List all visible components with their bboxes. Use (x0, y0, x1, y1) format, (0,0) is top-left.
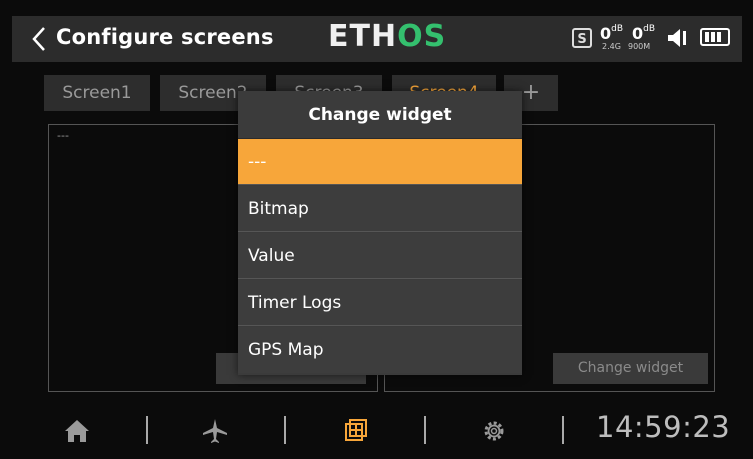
brand-logo: ETHOS (328, 19, 446, 54)
panel-placeholder: --- (57, 129, 69, 142)
airplane-icon[interactable] (200, 416, 230, 446)
rssi-900m-value: 0 (632, 24, 644, 43)
brand-logo-part1: ETH (328, 19, 398, 54)
rssi-900m-unit: dB (643, 24, 656, 34)
change-widget-button-right[interactable]: Change widget (553, 353, 708, 384)
home-icon[interactable] (62, 416, 92, 446)
speaker-icon (668, 29, 686, 47)
clock-display: 14:59:23 (596, 410, 731, 444)
status-area: S 0dB 0dB 2.4G 900M (544, 24, 734, 54)
tab-screen1[interactable]: Screen1 (44, 75, 150, 111)
back-arrow-icon[interactable] (26, 20, 52, 58)
rssi-2g4-value: 0 (600, 24, 612, 43)
widget-option-bitmap[interactable]: Bitmap (238, 186, 522, 232)
band-2g4-label: 2.4G (602, 42, 621, 51)
page-title: Configure screens (56, 25, 274, 49)
footer-bar: 14:59:23 (0, 402, 753, 459)
widget-option-timer-logs[interactable]: Timer Logs (238, 280, 522, 326)
widget-option-value[interactable]: Value (238, 233, 522, 279)
brand-logo-part2: OS (397, 19, 447, 54)
footer-separator (146, 416, 148, 444)
rssi-900m: 0dB (632, 24, 655, 43)
radio-screen: Configure screens ETHOS S 0dB 0dB 2.4G 9… (0, 0, 753, 459)
band-900m-label: 900M (628, 42, 651, 51)
dialog-title: Change widget (238, 91, 522, 139)
rssi-2g4: 0dB (600, 24, 623, 43)
s-indicator: S (572, 28, 592, 48)
widget-option-gps-map[interactable]: GPS Map (238, 327, 522, 373)
footer-separator (562, 416, 564, 444)
rssi-2g4-unit: dB (611, 24, 624, 34)
gear-icon[interactable] (479, 416, 509, 446)
battery-icon (700, 28, 730, 46)
widget-option-none[interactable]: --- (238, 139, 522, 185)
footer-separator (424, 416, 426, 444)
header-bar: Configure screens ETHOS S 0dB 0dB 2.4G 9… (12, 16, 742, 62)
screens-icon[interactable] (340, 416, 370, 446)
change-widget-dialog: Change widget --- Bitmap Value Timer Log… (238, 91, 522, 375)
footer-separator (284, 416, 286, 444)
